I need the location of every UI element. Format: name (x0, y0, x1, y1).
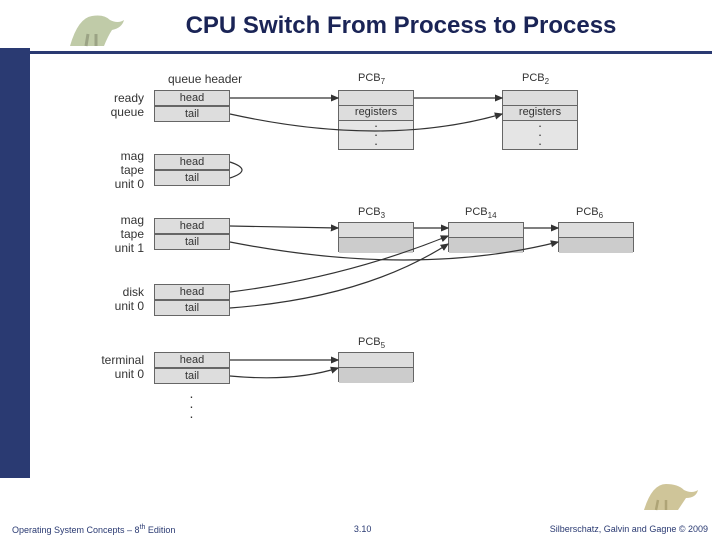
footer-right: Silberschatz, Galvin and Gagne © 2009 (550, 524, 708, 534)
row-label-mag1: mag tape unit 1 (84, 214, 144, 255)
left-accent-bar (0, 48, 30, 478)
footer-pagenum: 3.10 (354, 524, 372, 534)
slide-footer: Operating System Concepts – 8th Edition … (0, 518, 720, 540)
queue-diagram: queue header ready queue head tail mag t… (84, 78, 664, 478)
pcb5-box (338, 352, 414, 382)
pcb14-label: PCB14 (465, 206, 497, 220)
pcb7-label: PCB7 (358, 72, 385, 86)
dinosaur-logo-top (64, 6, 136, 54)
pcb2-label: PCB2 (522, 72, 549, 86)
row-label-term0: terminal unit 0 (84, 354, 144, 382)
mag0-tail: tail (154, 170, 230, 186)
ready-queue-head: head (154, 90, 230, 106)
disk0-head: head (154, 284, 230, 300)
dinosaur-logo-bottom (640, 476, 704, 516)
row-label-ready-queue: ready queue (84, 92, 144, 120)
row-label-disk0: disk unit 0 (84, 286, 144, 314)
term0-head: head (154, 352, 230, 368)
pcb7-box: registers ··· (338, 90, 414, 150)
pcb3-box (338, 222, 414, 252)
slide-header: CPU Switch From Process to Process (30, 6, 712, 54)
column-header-queue: queue header (168, 72, 242, 86)
pcb6-box (558, 222, 634, 252)
row-label-mag0: mag tape unit 0 (84, 150, 144, 191)
pcb2-box: registers ··· (502, 90, 578, 150)
mag1-head: head (154, 218, 230, 234)
disk0-tail: tail (154, 300, 230, 316)
pcb6-label: PCB6 (576, 206, 603, 220)
ready-queue-tail: tail (154, 106, 230, 122)
term0-tail: tail (154, 368, 230, 384)
mag1-tail: tail (154, 234, 230, 250)
pcb3-label: PCB3 (358, 206, 385, 220)
ellipsis-vertical-icon: ··· (187, 392, 197, 421)
footer-left: Operating System Concepts – 8th Edition (12, 524, 175, 535)
pcb5-label: PCB5 (358, 336, 385, 350)
pcb14-box (448, 222, 524, 252)
mag0-head: head (154, 154, 230, 170)
